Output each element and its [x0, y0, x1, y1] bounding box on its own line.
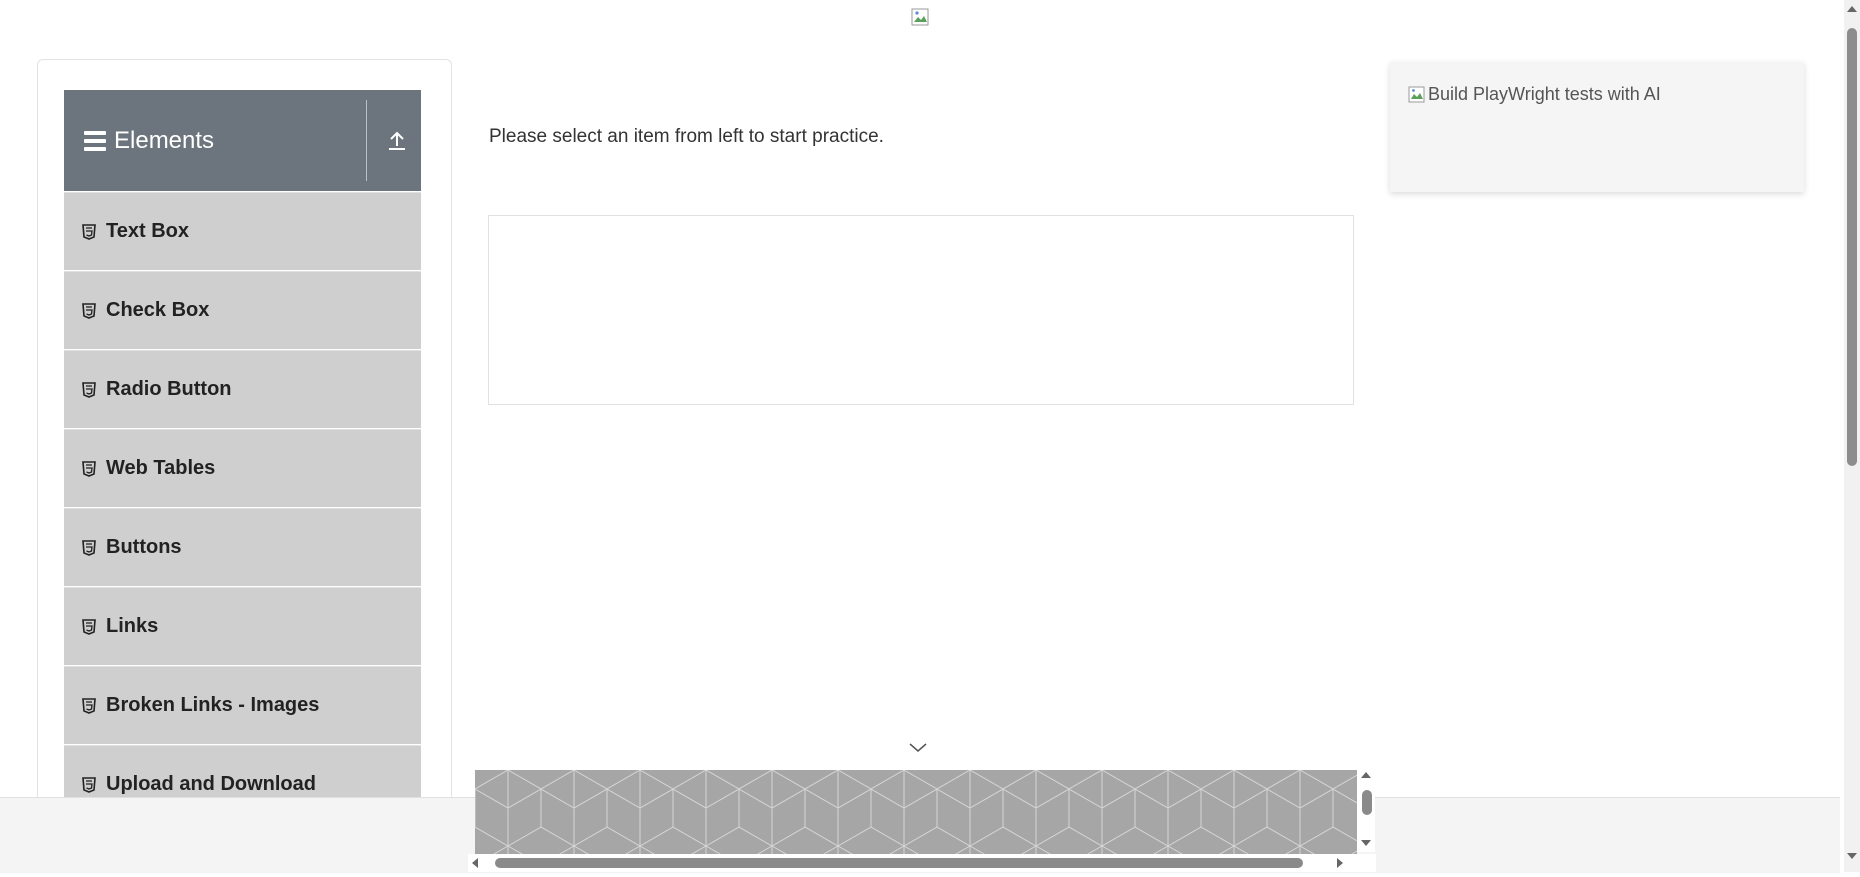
sidebar-item-label: Buttons: [106, 536, 182, 558]
sidebar-item-check-box[interactable]: Check Box: [64, 271, 421, 350]
sidebar-item-buttons[interactable]: Buttons: [64, 508, 421, 587]
html5-icon: [82, 539, 96, 556]
sidebar-item-label: Text Box: [106, 220, 189, 242]
collapse-up-icon[interactable]: [384, 128, 410, 154]
sidebar-item-links[interactable]: Links: [64, 587, 421, 666]
ad-frame-horizontal-thumb[interactable]: [495, 858, 1303, 868]
ad-image[interactable]: Build PlayWright tests with AI: [1408, 84, 1661, 105]
html5-icon: [82, 381, 96, 398]
ad-card[interactable]: Build PlayWright tests with AI: [1390, 62, 1804, 192]
sidebar-item-label: Web Tables: [106, 457, 216, 479]
sidebar-item-broken-links[interactable]: Broken Links - Images: [64, 666, 421, 745]
html5-icon: [82, 223, 96, 240]
sidebar-item-label: Upload and Download: [106, 773, 316, 795]
sidebar-item-label: Links: [106, 615, 159, 637]
group-title-label: Elements: [114, 126, 215, 154]
broken-image-icon[interactable]: [911, 8, 931, 28]
sidebar-item-label: Broken Links - Images: [106, 694, 320, 716]
html5-icon: [82, 618, 96, 635]
practice-content-box: [488, 215, 1354, 405]
sidebar-item-text-box[interactable]: Text Box: [64, 192, 421, 271]
sidebar-item-label: Check Box: [106, 299, 210, 321]
page-vertical-thumb[interactable]: [1847, 28, 1857, 466]
html5-icon: [82, 460, 96, 477]
hex-pattern: [475, 770, 1357, 854]
group-title: Elements: [84, 90, 214, 191]
sidebar-item-radio-button[interactable]: Radio Button: [64, 350, 421, 429]
html5-icon: [82, 776, 96, 793]
element-menu-list: Text Box Check Box Radio Button Web Tabl…: [64, 192, 421, 824]
chevron-down-icon[interactable]: [907, 741, 929, 755]
broken-image-icon: [1408, 86, 1425, 102]
bottom-ad-frame[interactable]: [475, 770, 1357, 854]
sidebar-item-web-tables[interactable]: Web Tables: [64, 429, 421, 508]
menu-icon: [84, 130, 106, 151]
html5-icon: [82, 302, 96, 319]
header-divider: [366, 100, 367, 181]
group-header-elements[interactable]: Elements: [64, 90, 421, 191]
ad-alt-text: Build PlayWright tests with AI: [1428, 84, 1661, 104]
practice-prompt: Please select an item from left to start…: [489, 126, 884, 147]
ad-frame-vertical-thumb[interactable]: [1362, 790, 1372, 815]
sidebar-item-label: Radio Button: [106, 378, 232, 400]
html5-icon: [82, 697, 96, 714]
